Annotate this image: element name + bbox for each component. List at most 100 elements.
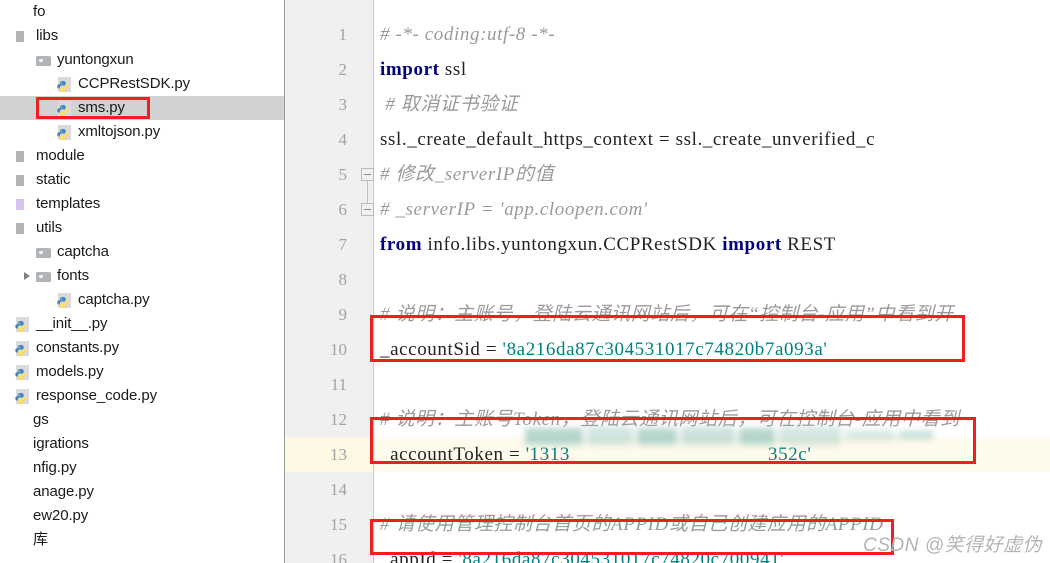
tree-item-module[interactable]: module [0,144,285,168]
code-text[interactable]: # 说明：主账号Token，登陆云通讯网站后，可在控制台-应用中看到 [380,402,960,437]
tree-item-response-code-py[interactable]: response_code.py [0,384,285,408]
tree-item-label: ew20.py [33,507,89,524]
code-text[interactable]: _accountToken = '1313 352c' [380,437,811,472]
tree-item-label: captcha.py [78,291,150,308]
tree-item-anage-py[interactable]: anage.py [0,480,285,504]
code-text[interactable]: # 取消证书验证 [380,87,518,122]
folder-icon [35,48,54,72]
code-line[interactable]: 5 # 修改_serverIP的值 [285,157,1050,192]
code-line[interactable]: 14 [285,472,1050,507]
code-line[interactable]: 3 # 取消证书验证 [285,87,1050,122]
tree-item-label: igrations [33,435,89,452]
tree-item-ccprestsdk-py[interactable]: CCPRestSDK.py [0,72,285,96]
tree-item-sms-py[interactable]: sms.py [0,96,285,120]
code-token: ssl._create_default_https_context = ssl.… [380,129,876,150]
code-line[interactable]: 7 from info.libs.yuntongxun.CCPRestSDK im… [285,227,1050,262]
code-content-area[interactable]: 1 # -*- coding:utf-8 -*- 2 import ssl 3 # 取消… [285,0,1050,563]
code-text[interactable]: # 修改_serverIP的值 [380,157,554,192]
python-file-icon [14,336,33,360]
code-line[interactable]: 1 # -*- coding:utf-8 -*- [285,17,1050,52]
code-text[interactable]: # _serverIP = 'app.cloopen.com' [380,192,648,227]
code-text[interactable]: _appId = '8a216da87c304531017c74820c7009… [380,542,784,563]
code-line[interactable]: 4 ssl._create_default_https_context = ssl… [285,122,1050,157]
tree-item-label: fo [33,3,46,20]
tree-item-fonts[interactable]: fonts [0,264,285,288]
code-token: '1313 [525,444,571,465]
code-token: ssl [439,59,467,80]
tree-item-constants-py[interactable]: constants.py [0,336,285,360]
python-file-icon [14,360,33,384]
line-number: 8 [338,270,348,289]
python-file-icon [56,96,75,120]
code-line[interactable]: 2 import ssl [285,52,1050,87]
code-text[interactable]: ssl._create_default_https_context = ssl.… [380,122,875,157]
python-file-icon [56,288,75,312]
tree-item-xmltojson-py[interactable]: xmltojson.py [0,120,285,144]
tree-item-static[interactable]: static [0,168,285,192]
code-token: '8a216da87c304531017c74820c700941' [458,549,785,563]
code-text[interactable]: import ssl [380,52,467,87]
code-line[interactable]: 10 _accountSid = '8a216da87c304531017c748… [285,332,1050,367]
code-editor[interactable]: 1 # -*- coding:utf-8 -*- 2 import ssl 3 # 取消… [285,0,1050,563]
tree-item-models-py[interactable]: models.py [0,360,285,384]
tree-item-captcha[interactable]: captcha [0,240,285,264]
tree-item-[interactable]: 库 [0,528,285,552]
code-line[interactable]: 8 [285,262,1050,297]
tree-item-igrations[interactable]: igrations [0,432,285,456]
project-file-tree-panel[interactable]: fo libs yuntongxun CCPRestSDK.py sms.py xmlto… [0,0,285,563]
tree-item-templates[interactable]: templates [0,192,285,216]
line-number: 13 [330,445,347,464]
code-text[interactable]: # -*- coding:utf-8 -*- [380,17,555,52]
code-token: # _serverIP = 'app.cloopen.com' [380,199,648,220]
tree-item-yuntongxun[interactable]: yuntongxun [0,48,285,72]
code-line[interactable]: 13 _accountToken = '1313 352c' [285,437,1050,472]
tree-item-ew20-py[interactable]: ew20.py [0,504,285,528]
code-text[interactable]: # 请使用管理控制台首页的APPID或自己创建应用的APPID [380,507,884,542]
tree-item-nfig-py[interactable]: nfig.py [0,456,285,480]
module-icon [14,216,33,240]
code-token: import [380,59,440,80]
fold-marker-line6[interactable] [361,203,374,216]
code-line[interactable]: 12 # 说明：主账号Token，登陆云通讯网站后，可在控制台-应用中看到 [285,402,1050,437]
line-number: 3 [338,95,348,114]
tree-item-fo[interactable]: fo [0,0,285,24]
file-tree-list[interactable]: fo libs yuntongxun CCPRestSDK.py sms.py xmlto… [0,0,285,552]
code-token: '8a216da87c304531017c74820b7a093a' [502,339,828,360]
fold-marker-line5[interactable] [361,168,374,181]
code-line[interactable]: 6 # _serverIP = 'app.cloopen.com' [285,192,1050,227]
code-token: info.libs.yuntongxun.CCPRestSDK [422,234,723,255]
line-number: 7 [338,235,348,254]
tree-item-libs[interactable]: libs [0,24,285,48]
tree-item-label: CCPRestSDK.py [78,75,191,92]
tree-item-label: models.py [36,363,104,380]
tree-item-label: module [36,147,85,164]
line-number: 10 [330,340,347,359]
line-number: 5 [338,165,348,184]
tree-item-label: anage.py [33,483,94,500]
tree-item-captcha-py[interactable]: captcha.py [0,288,285,312]
code-line[interactable]: 11 [285,367,1050,402]
code-text[interactable]: # 说明：主账号，登陆云通讯网站后，可在“控制台-应用”中看到开 [380,297,954,332]
line-number: 1 [338,25,348,44]
folder-icon [35,264,54,288]
code-line[interactable]: 9 # 说明：主账号，登陆云通讯网站后，可在“控制台-应用”中看到开 [285,297,1050,332]
tree-item-label: yuntongxun [57,51,134,68]
expand-triangle-icon[interactable] [21,264,35,288]
tree-item-utils[interactable]: utils [0,216,285,240]
tree-item-label: nfig.py [33,459,77,476]
line-number: 14 [330,480,347,499]
tree-item-label: fonts [57,267,90,284]
tree-item-label: templates [36,195,101,212]
tree-item-init-py[interactable]: __init__.py [0,312,285,336]
code-text[interactable]: _accountSid = '8a216da87c304531017c74820… [380,332,827,367]
tree-item-gs[interactable]: gs [0,408,285,432]
code-text[interactable]: from info.libs.yuntongxun.CCPRestSDK imp… [380,227,836,262]
